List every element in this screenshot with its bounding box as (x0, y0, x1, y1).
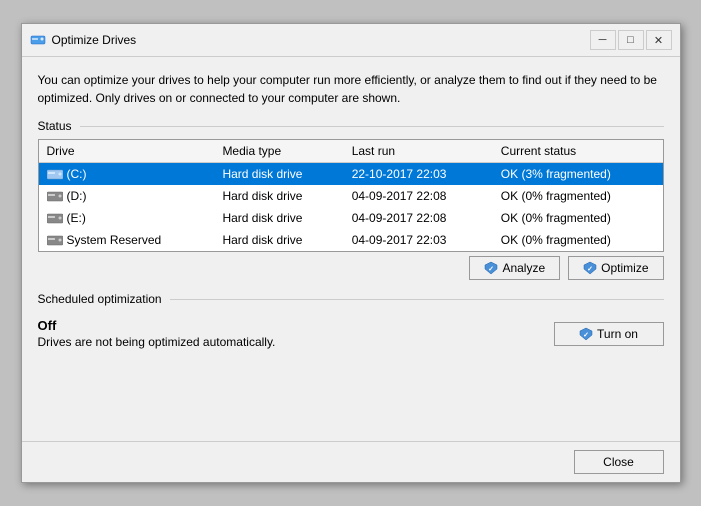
drive-disk-icon (47, 191, 63, 203)
description-text: You can optimize your drives to help you… (38, 71, 664, 107)
turn-on-button[interactable]: ✓ Turn on (554, 322, 664, 346)
table-header: Drive Media type Last run Current status (39, 140, 663, 163)
table-row[interactable]: (E:)Hard disk drive04-09-2017 22:08OK (0… (39, 207, 663, 229)
drive-disk-icon (47, 213, 63, 225)
scheduled-info: Off Drives are not being optimized autom… (38, 318, 276, 349)
scheduled-section: Scheduled optimization Off Drives are no… (38, 292, 664, 349)
col-status: Current status (493, 140, 663, 163)
maximize-button[interactable]: □ (618, 30, 644, 50)
table-row[interactable]: (C:)Hard disk drive22-10-2017 22:03OK (3… (39, 163, 663, 186)
turn-on-label: Turn on (597, 327, 638, 341)
cell-media-type: Hard disk drive (214, 229, 343, 251)
col-media-type: Media type (214, 140, 343, 163)
svg-text:✓: ✓ (583, 332, 589, 339)
cell-last-run: 04-09-2017 22:03 (344, 229, 493, 251)
close-button[interactable]: Close (574, 450, 664, 474)
scheduled-row: Off Drives are not being optimized autom… (38, 318, 664, 349)
scheduled-description: Drives are not being optimized automatic… (38, 335, 276, 349)
scheduled-status: Off (38, 318, 276, 333)
col-last-run: Last run (344, 140, 493, 163)
cell-last-run: 04-09-2017 22:08 (344, 207, 493, 229)
cell-status: OK (0% fragmented) (493, 229, 663, 251)
shield-analyze-icon: ✓ (484, 261, 498, 275)
optimize-button[interactable]: ✓ Optimize (568, 256, 663, 280)
status-section: Status Drive Media type Last run Current… (38, 119, 664, 280)
drive-disk-icon (47, 235, 63, 247)
title-bar-controls: ─ □ ✕ (590, 30, 672, 50)
status-label: Status (38, 119, 72, 133)
title-bar: Optimize Drives ─ □ ✕ (22, 24, 680, 57)
main-content: You can optimize your drives to help you… (22, 57, 680, 441)
minimize-button[interactable]: ─ (590, 30, 616, 50)
status-header: Status (38, 119, 664, 133)
scheduled-divider (170, 299, 664, 300)
optimize-drives-window: Optimize Drives ─ □ ✕ You can optimize y… (21, 23, 681, 483)
analyze-label: Analyze (502, 261, 545, 275)
cell-last-run: 04-09-2017 22:08 (344, 185, 493, 207)
col-drive: Drive (39, 140, 215, 163)
drive-action-buttons: ✓ Analyze ✓ Optimize (38, 256, 664, 280)
optimize-label: Optimize (601, 261, 648, 275)
cell-status: OK (3% fragmented) (493, 163, 663, 186)
table-row[interactable]: System ReservedHard disk drive04-09-2017… (39, 229, 663, 251)
scheduled-label: Scheduled optimization (38, 292, 162, 306)
svg-text:✓: ✓ (489, 266, 495, 273)
drive-table-body: (C:)Hard disk drive22-10-2017 22:03OK (3… (39, 163, 663, 252)
shield-turn-on-icon: ✓ (579, 327, 593, 341)
window-title: Optimize Drives (52, 33, 590, 47)
cell-media-type: Hard disk drive (214, 163, 343, 186)
cell-media-type: Hard disk drive (214, 207, 343, 229)
cell-status: OK (0% fragmented) (493, 207, 663, 229)
cell-last-run: 22-10-2017 22:03 (344, 163, 493, 186)
drive-table: Drive Media type Last run Current status… (39, 140, 663, 251)
scheduled-header: Scheduled optimization (38, 292, 664, 306)
cell-status: OK (0% fragmented) (493, 185, 663, 207)
header-row: Drive Media type Last run Current status (39, 140, 663, 163)
shield-optimize-icon: ✓ (583, 261, 597, 275)
cell-drive: System Reserved (39, 229, 215, 251)
analyze-button[interactable]: ✓ Analyze (469, 256, 560, 280)
drive-table-container: Drive Media type Last run Current status… (38, 139, 664, 252)
close-window-button[interactable]: ✕ (646, 30, 672, 50)
cell-drive: (C:) (39, 163, 215, 186)
table-row[interactable]: (D:)Hard disk drive04-09-2017 22:08OK (0… (39, 185, 663, 207)
cell-drive: (E:) (39, 207, 215, 229)
drive-disk-icon (47, 169, 63, 181)
svg-text:✓: ✓ (587, 266, 593, 273)
cell-media-type: Hard disk drive (214, 185, 343, 207)
status-divider (80, 126, 664, 127)
cell-drive: (D:) (39, 185, 215, 207)
footer: Close (22, 441, 680, 482)
window-icon (30, 32, 46, 48)
